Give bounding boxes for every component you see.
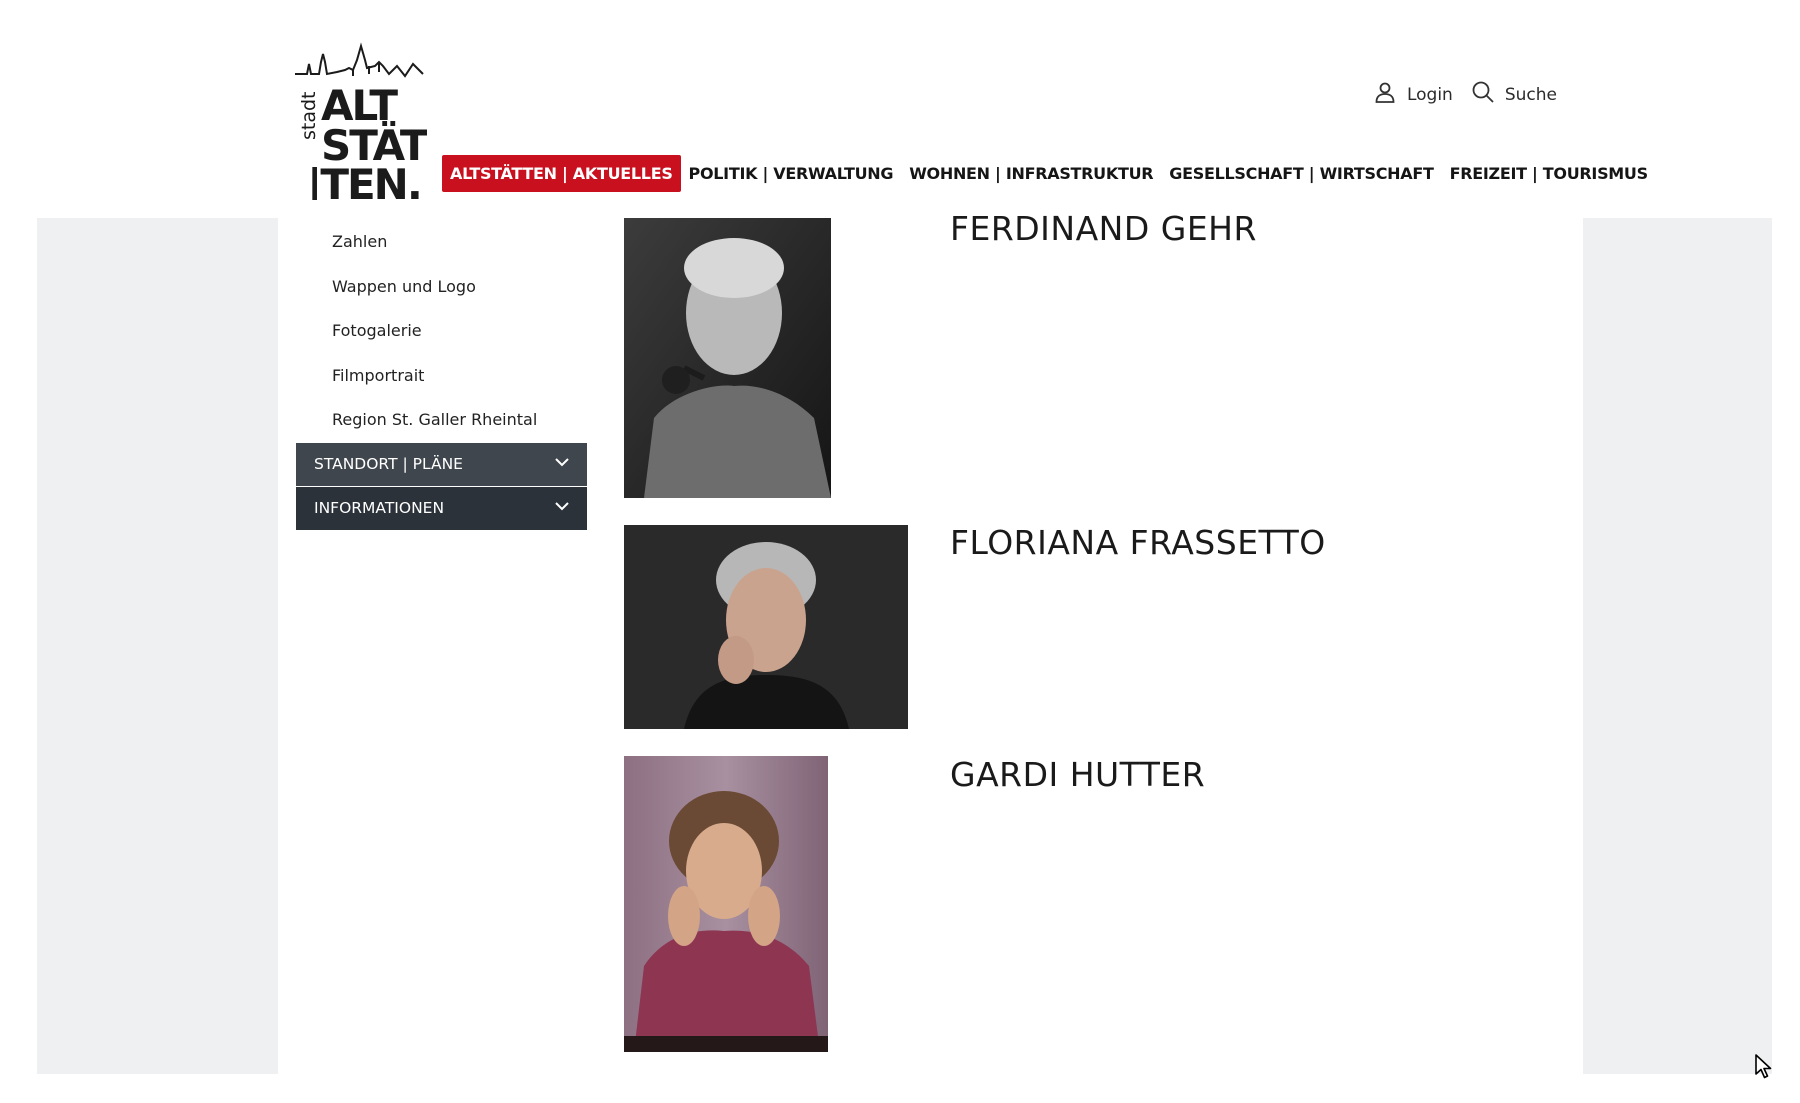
nav-gesellschaft-wirtschaft[interactable]: GESELLSCHAFT | WIRTSCHAFT [1161, 155, 1441, 192]
sidebar-item-region[interactable]: Region St. Galler Rheintal [296, 398, 587, 443]
accordion-label: INFORMATIONEN [314, 499, 445, 517]
chevron-down-icon [553, 497, 571, 519]
mouse-cursor-icon [1754, 1054, 1774, 1080]
portrait-floriana-frassetto[interactable] [624, 525, 908, 729]
utility-nav: Login Suche [1373, 80, 1557, 109]
nav-freizeit-tourismus[interactable]: FREIZEIT | TOURISMUS [1442, 155, 1656, 192]
nav-wohnen-infrastruktur[interactable]: WOHNEN | INFRASTRUKTUR [901, 155, 1161, 192]
sidebar: Zahlen Wappen und Logo Fotogalerie Filmp… [296, 228, 587, 531]
svg-text:stadt: stadt [298, 91, 320, 140]
search-icon [1471, 80, 1495, 109]
sidebar-item-wappen-und-logo[interactable]: Wappen und Logo [296, 265, 587, 310]
sidebar-item-fotogalerie[interactable]: Fotogalerie [296, 309, 587, 354]
chevron-down-icon [553, 453, 571, 475]
person-name[interactable]: FLORIANA FRASSETTO [950, 523, 1326, 562]
accordion-informationen[interactable]: INFORMATIONEN [296, 486, 587, 530]
page: stadt ALT STÄT |TEN. Login Suche ALTSTÄT… [0, 0, 1800, 1103]
accordion-standort-plaene[interactable]: STANDORT | PLÄNE [296, 442, 587, 486]
left-gutter [37, 218, 278, 1074]
sidebar-links: Zahlen Wappen und Logo Fotogalerie Filmp… [296, 220, 587, 443]
portrait-gardi-hutter[interactable] [624, 756, 828, 1052]
login-link[interactable]: Login [1373, 80, 1453, 109]
login-label: Login [1406, 84, 1453, 105]
svg-text:|TEN.: |TEN. [307, 160, 421, 200]
search-label: Suche [1504, 84, 1557, 105]
right-gutter [1583, 218, 1772, 1074]
site-logo[interactable]: stadt ALT STÄT |TEN. [293, 40, 427, 200]
nav-politik-verwaltung[interactable]: POLITIK | VERWALTUNG [681, 155, 902, 192]
person-name[interactable]: FERDINAND GEHR [950, 209, 1257, 248]
main-nav: ALTSTÄTTEN | AKTUELLES POLITIK | VERWALT… [442, 153, 1648, 194]
accordion-label: STANDORT | PLÄNE [314, 455, 463, 473]
nav-altstaetten-aktuelles[interactable]: ALTSTÄTTEN | AKTUELLES [442, 155, 681, 192]
sidebar-item-filmportrait[interactable]: Filmportrait [296, 354, 587, 399]
portrait-ferdinand-gehr[interactable] [624, 218, 831, 498]
person-name[interactable]: GARDI HUTTER [950, 755, 1205, 794]
user-icon [1373, 80, 1397, 109]
sidebar-item-zahlen[interactable]: Zahlen [296, 220, 587, 265]
search-link[interactable]: Suche [1471, 80, 1557, 109]
